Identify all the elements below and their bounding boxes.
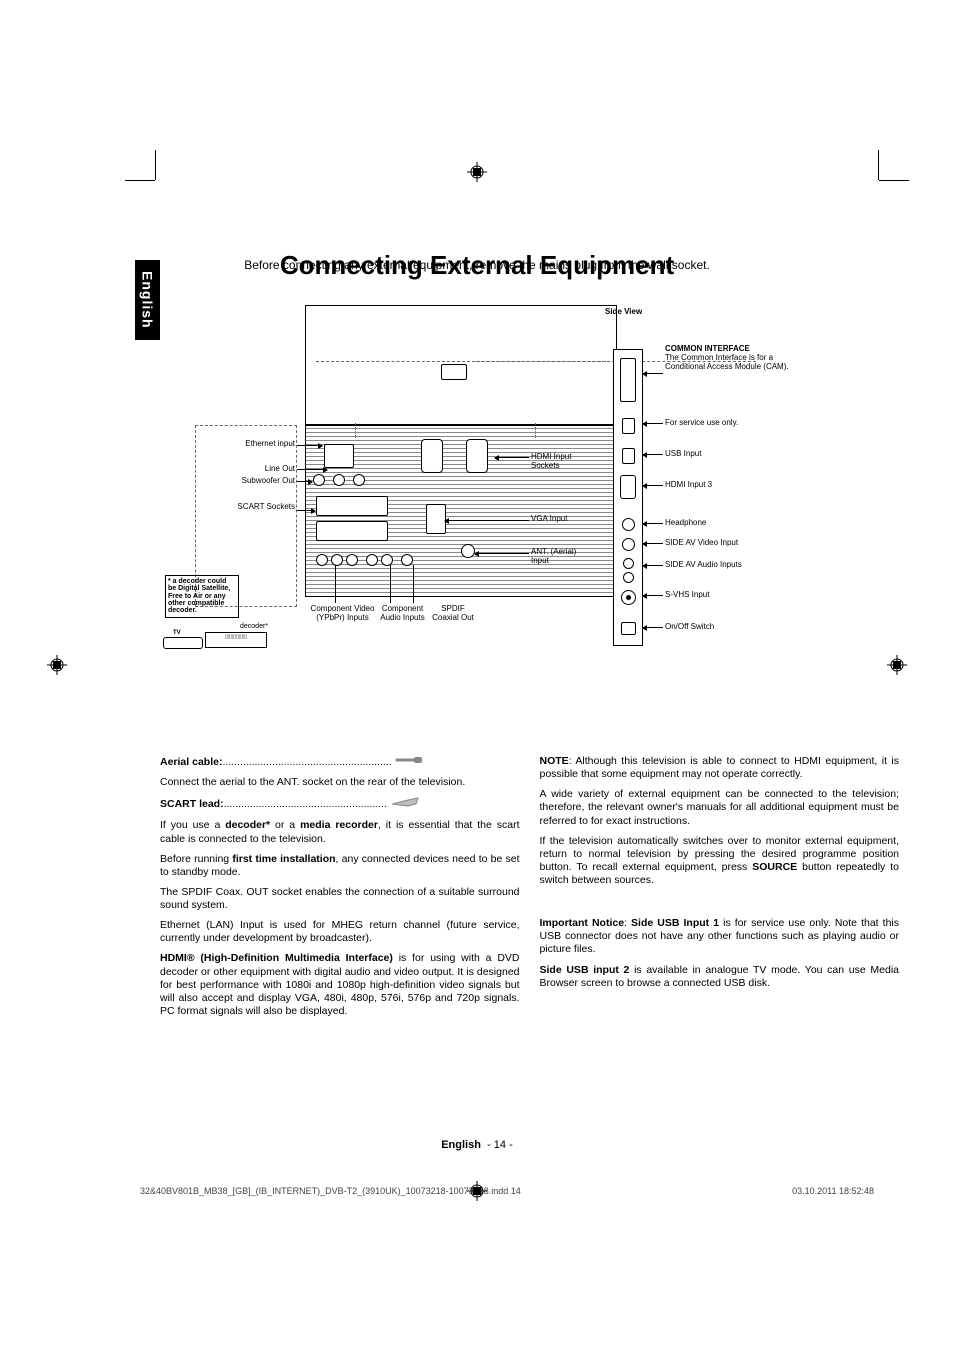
- arrow-icon: [643, 543, 663, 544]
- page-footer: English - 14 -: [0, 1139, 954, 1151]
- arrow-icon: [475, 553, 529, 554]
- arrow-icon: [643, 454, 663, 455]
- scart-cable-icon: [390, 796, 420, 812]
- label-ci-title: COMMON INTERFACE: [665, 344, 750, 353]
- tv-icon: [163, 637, 203, 649]
- side-panel: [613, 349, 643, 646]
- side-usb2-text: Side USB input 2 is available in analogu…: [540, 964, 900, 990]
- side-view-label: Side View: [605, 307, 642, 316]
- arrow-icon: [495, 457, 529, 458]
- variety-text: A wide variety of external equipment can…: [540, 788, 900, 827]
- registration-mark-icon: [467, 1181, 487, 1201]
- hdmi-text: HDMI® (High-Definition Multimedia Interf…: [160, 952, 520, 1018]
- arrow-icon: [297, 481, 312, 482]
- important-notice: Important Notice: Side USB Input 1 is fo…: [540, 917, 900, 956]
- print-footer: 32&40BV801B_MB38_[GB]_(IB_INTERNET)_DVB-…: [140, 1186, 874, 1196]
- arrow-icon: [643, 373, 663, 374]
- label-ci-desc: The Common Interface is for a Conditiona…: [665, 353, 789, 371]
- crop-mark: [125, 180, 155, 181]
- print-timestamp: 03.10.2011 18:52:48: [792, 1186, 874, 1196]
- crop-mark: [155, 150, 156, 180]
- label-hdmi3: HDMI Input 3: [665, 481, 712, 490]
- arrow-line: [335, 565, 336, 603]
- scart-text: If you use a decoder* or a media recorde…: [160, 819, 520, 845]
- tv-top-view: [305, 305, 617, 425]
- label-comp-audio: Component Audio Inputs: [375, 605, 430, 623]
- arrow-icon: [445, 520, 529, 521]
- aerial-label: Aerial cable:: [160, 756, 222, 768]
- arrow-icon: [643, 565, 663, 566]
- arrow-icon: [297, 510, 315, 511]
- decoder-box: ▯▯▯▯▯▯▯▯: [205, 632, 267, 648]
- label-usb: USB Input: [665, 450, 701, 459]
- aerial-cable-icon: [395, 755, 423, 769]
- arrow-line: [413, 565, 414, 603]
- label-ant: ANT. (Aerial) Input: [531, 548, 581, 566]
- arrow-icon: [643, 485, 663, 486]
- label-sideav-a: SIDE AV Audio Inputs: [665, 561, 742, 570]
- arrow-icon: [297, 445, 322, 446]
- right-column: NOTE: Although this television is able t…: [540, 755, 900, 1025]
- label-onoff: On/Off Switch: [665, 623, 714, 632]
- page-subtitle: Before connecting any external equipment…: [0, 258, 954, 272]
- arrow-icon: [643, 523, 663, 524]
- label-sideav-v: SIDE AV Video Input: [665, 539, 738, 548]
- body-text: Aerial cable:...........................…: [160, 755, 899, 1025]
- label-spdif: SPDIF Coaxial Out: [428, 605, 478, 623]
- spdif-text: The SPDIF Coax. OUT socket enables the c…: [160, 886, 520, 912]
- auto-text: If the television automatically switches…: [540, 835, 900, 888]
- label-svhs: S-VHS Input: [665, 591, 709, 600]
- label-vga: VGA Input: [531, 515, 571, 524]
- before-text: Before running first time installation, …: [160, 853, 520, 879]
- decoder-note: * a decoder could be Digital Satellite, …: [165, 575, 239, 618]
- aerial-text: Connect the aerial to the ANT. socket on…: [160, 776, 520, 789]
- label-headphone: Headphone: [665, 519, 706, 528]
- crop-mark: [879, 180, 909, 181]
- arrow-icon: [643, 627, 663, 628]
- ethernet-text: Ethernet (LAN) Input is used for MHEG re…: [160, 919, 520, 945]
- label-comp-video: Component Video (YPbPr) Inputs: [310, 605, 375, 623]
- arrow-icon: [297, 469, 327, 470]
- tv-label: TV: [173, 630, 181, 636]
- label-service: For service use only.: [665, 419, 738, 428]
- label-hdmi: HDMI Input Sockets: [531, 453, 581, 471]
- note-text: NOTE: Although this television is able t…: [540, 755, 900, 781]
- decoder-label: decoder*: [240, 623, 268, 630]
- registration-mark-icon: [47, 655, 67, 675]
- tv-back-panel: [305, 425, 617, 597]
- print-file: 32&40BV801B_MB38_[GB]_(IB_INTERNET)_DVB-…: [140, 1186, 521, 1196]
- arrow-icon: [643, 423, 663, 424]
- scart-label: SCART lead:: [160, 798, 224, 810]
- arrow-line: [390, 565, 391, 603]
- registration-mark-icon: [467, 162, 487, 182]
- connection-diagram: Ethernet input Line Out Subwoofer Out SC…: [155, 305, 925, 675]
- arrow-icon: [643, 595, 663, 596]
- crop-mark: [878, 150, 879, 180]
- left-column: Aerial cable:...........................…: [160, 755, 520, 1025]
